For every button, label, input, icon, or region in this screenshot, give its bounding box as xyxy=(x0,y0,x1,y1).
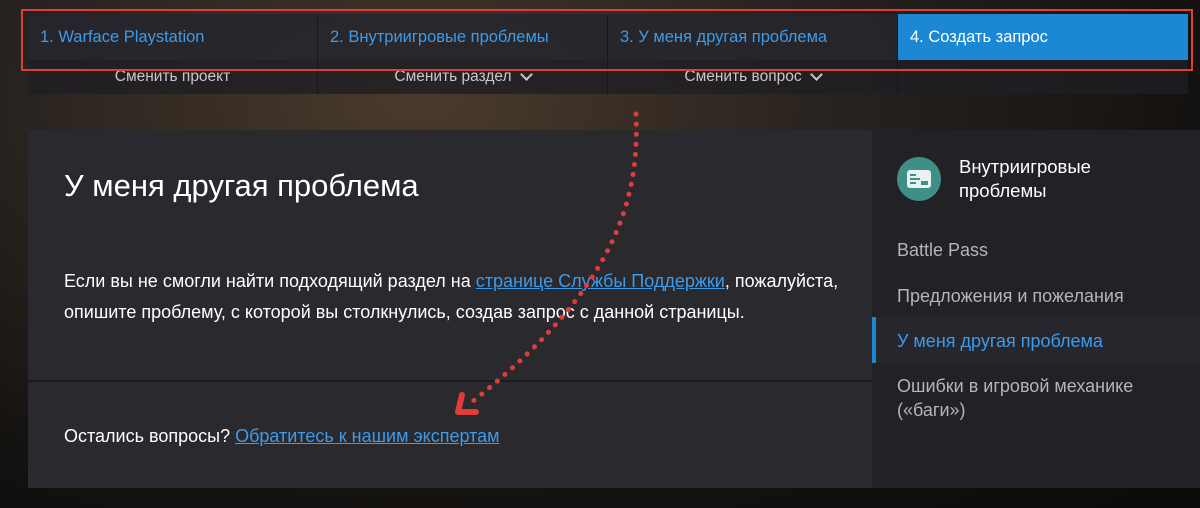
sub-link-placeholder xyxy=(898,60,1188,94)
support-page-link[interactable]: странице Службы Поддержки xyxy=(476,271,725,291)
divider xyxy=(28,380,872,382)
breadcrumb: 1. Warface Playstation 2. Внутриигровые … xyxy=(28,14,1188,60)
sidebar-item-other-problem[interactable]: У меня другая проблема xyxy=(897,329,1187,353)
sidebar-item-bugs[interactable]: Ошибки в игровой механике («баги») xyxy=(897,374,1187,422)
sidebar: Внутриигровые проблемы Battle Pass Предл… xyxy=(872,130,1200,488)
description-text-start: Если вы не смогли найти подходящий разде… xyxy=(64,271,476,291)
questions-label: Остались вопросы? xyxy=(64,426,236,446)
sidebar-section-title: Внутриигровые проблемы xyxy=(959,156,1091,201)
breadcrumb-step-section[interactable]: 2. Внутриигровые проблемы xyxy=(318,14,608,60)
breadcrumb-step-question[interactable]: 3. У меня другая проблема xyxy=(608,14,898,60)
sidebar-item-battle-pass[interactable]: Battle Pass xyxy=(897,238,1187,262)
breadcrumb-sub-links: Сменить проект Сменить раздел Сменить во… xyxy=(28,60,1188,94)
chevron-down-icon xyxy=(809,68,823,81)
card-icon xyxy=(897,157,941,201)
main-content-card: У меня другая проблема Если вы не смогли… xyxy=(28,130,872,488)
contact-experts-link[interactable]: Обратитесь к нашим экспертам xyxy=(235,426,499,446)
sidebar-item-suggestions[interactable]: Предложения и пожелания xyxy=(897,284,1187,308)
questions-footer: Остались вопросы? Обратитесь к нашим экс… xyxy=(64,426,500,447)
change-section-label: Сменить раздел xyxy=(394,68,512,85)
change-project-link[interactable]: Сменить проект xyxy=(28,60,318,94)
breadcrumb-step-create-request[interactable]: 4. Создать запрос xyxy=(898,14,1188,60)
change-question-link[interactable]: Сменить вопрос xyxy=(608,60,898,94)
breadcrumb-step-project[interactable]: 1. Warface Playstation xyxy=(28,14,318,60)
change-section-link[interactable]: Сменить раздел xyxy=(318,60,608,94)
change-project-label: Сменить проект xyxy=(114,68,231,85)
chevron-down-icon xyxy=(519,68,533,81)
change-question-label: Сменить вопрос xyxy=(684,68,802,85)
sidebar-section-header: Внутриигровые проблемы xyxy=(897,155,1149,203)
page-title: У меня другая проблема xyxy=(64,168,419,203)
description-text: Если вы не смогли найти подходящий разде… xyxy=(64,266,844,328)
sidebar-active-indicator xyxy=(872,317,876,363)
